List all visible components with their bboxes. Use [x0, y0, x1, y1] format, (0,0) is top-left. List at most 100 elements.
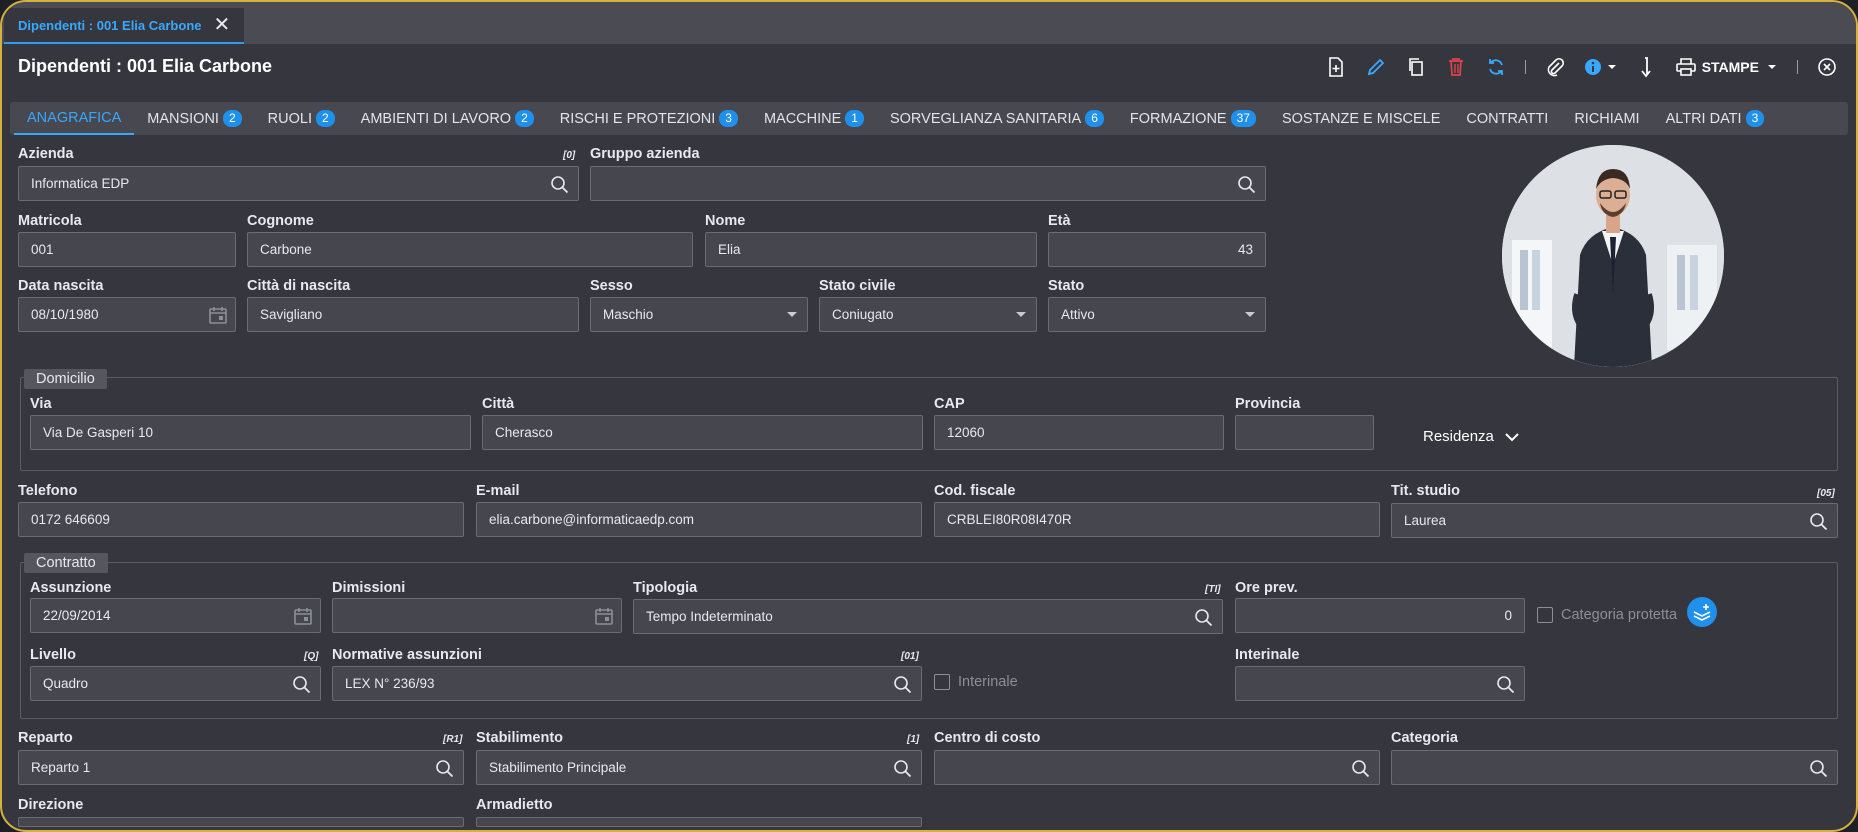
reparto-label: Reparto — [18, 730, 73, 746]
tab-macchine[interactable]: MACCHINE 1 — [751, 102, 877, 135]
tab-formazione[interactable]: FORMAZIONE 37 — [1117, 102, 1269, 135]
tit-studio-label: Tit. studio — [1391, 483, 1461, 499]
tit-studio-field[interactable]: Laurea — [1391, 503, 1838, 538]
email-field[interactable]: elia.carbone@informaticaedp.com — [476, 502, 922, 537]
ore-prev-field[interactable]: 0 — [1235, 598, 1525, 633]
interinale-checkbox[interactable]: Interinale — [934, 674, 1018, 690]
gruppo-azienda-field[interactable] — [590, 166, 1266, 201]
tab-sostanze-e-miscele[interactable]: SOSTANZE E MISCELE — [1269, 102, 1453, 135]
livello-field[interactable]: Quadro — [30, 666, 321, 701]
close-circle-icon[interactable] — [1816, 56, 1838, 78]
search-icon[interactable] — [893, 675, 913, 695]
calendar-icon[interactable] — [209, 306, 227, 324]
search-icon[interactable] — [1351, 759, 1371, 779]
telefono-field[interactable]: 0172 646609 — [18, 502, 464, 537]
stato-value: Attivo — [1061, 307, 1095, 322]
search-icon[interactable] — [435, 759, 455, 779]
matricola-field[interactable]: 001 — [18, 232, 236, 267]
stato-select[interactable]: Attivo — [1048, 297, 1266, 332]
sesso-label: Sesso — [590, 278, 633, 294]
calendar-icon[interactable] — [595, 607, 613, 625]
page-title: Dipendenti : 001 Elia Carbone — [18, 56, 273, 76]
tab-mansioni[interactable]: MANSIONI 2 — [134, 102, 254, 135]
cognome-value: Carbone — [260, 242, 312, 257]
delete-trash-icon[interactable] — [1445, 56, 1467, 78]
categoria-protetta-checkbox[interactable]: Categoria protetta — [1537, 607, 1677, 623]
categoria-field[interactable] — [1391, 750, 1838, 785]
tab-sorveglianza-sanitaria[interactable]: SORVEGLIANZA SANITARIA 6 — [877, 102, 1117, 135]
new-document-icon[interactable] — [1325, 56, 1347, 78]
stato-civile-select[interactable]: Coniugato — [819, 297, 1037, 332]
citta-label: Città — [482, 396, 515, 412]
search-icon[interactable] — [1809, 759, 1829, 779]
azienda-field[interactable]: Informatica EDP — [18, 166, 579, 201]
close-tab-icon[interactable]: ✕ — [214, 15, 231, 35]
search-icon[interactable] — [292, 675, 312, 695]
attachment-paperclip-icon[interactable] — [1544, 56, 1566, 78]
toolbar-divider — [1524, 60, 1526, 74]
search-icon[interactable] — [1496, 675, 1516, 695]
tipologia-label: Tipologia — [633, 580, 698, 596]
tab-ambienti-di-lavoro[interactable]: AMBIENTI DI LAVORO 2 — [348, 102, 547, 135]
tab-ruoli[interactable]: RUOLI 2 — [255, 102, 348, 135]
search-icon[interactable] — [550, 175, 570, 195]
dimissioni-label: Dimissioni — [332, 580, 406, 596]
reparto-field[interactable]: Reparto 1 — [18, 750, 464, 785]
categoria-protetta-label: Categoria protetta — [1561, 607, 1678, 623]
tab-richiami[interactable]: RICHIAMI — [1561, 102, 1652, 135]
cap-field[interactable]: 12060 — [934, 415, 1224, 450]
cod-fiscale-field[interactable]: CRBLEI80R08I470R — [934, 502, 1380, 537]
count-badge: 1 — [845, 110, 864, 127]
sesso-select[interactable]: Maschio — [590, 297, 808, 332]
checkbox-box[interactable] — [1537, 607, 1553, 623]
nome-field[interactable]: Elia — [705, 232, 1037, 267]
tipologia-field[interactable]: Tempo Indeterminato — [633, 599, 1223, 634]
search-icon[interactable] — [893, 759, 913, 779]
direzione-field[interactable] — [18, 817, 464, 827]
centro-costo-label: Centro di costo — [934, 730, 1041, 746]
checkbox-box[interactable] — [934, 674, 950, 690]
employee-photo — [1502, 145, 1724, 367]
tab-contratti[interactable]: CONTRATTI — [1453, 102, 1561, 135]
stampe-button[interactable]: STAMPE — [1675, 58, 1779, 76]
sort-arrow-icon[interactable] — [1636, 56, 1658, 78]
citta-field[interactable]: Cherasco — [482, 415, 923, 450]
residenza-toggle[interactable]: Residenza — [1423, 428, 1520, 445]
info-icon[interactable] — [1584, 56, 1618, 78]
copy-icon[interactable] — [1405, 56, 1427, 78]
provincia-field[interactable] — [1235, 415, 1374, 450]
edit-pencil-icon[interactable] — [1365, 56, 1387, 78]
search-icon[interactable] — [1194, 608, 1214, 628]
citta-nascita-field[interactable]: Savigliano — [247, 297, 579, 332]
centro-costo-field[interactable] — [934, 750, 1380, 785]
tit-studio-code: [05] — [1817, 488, 1835, 499]
cognome-field[interactable]: Carbone — [247, 232, 693, 267]
chevron-down-icon — [1505, 432, 1519, 441]
tab-anagrafica[interactable]: ANAGRAFICA — [14, 102, 135, 135]
tab-label: MACCHINE — [763, 110, 842, 127]
dropdown-arrow-icon — [1245, 312, 1255, 317]
interinale-field[interactable] — [1235, 666, 1525, 701]
tab-rischi-e-protezioni[interactable]: RISCHI E PROTEZIONI 3 — [547, 102, 751, 135]
stabilimento-field[interactable]: Stabilimento Principale — [476, 750, 922, 785]
search-icon[interactable] — [1809, 512, 1829, 532]
tab-label: RICHIAMI — [1574, 110, 1640, 127]
via-field[interactable]: Via De Gasperi 10 — [30, 415, 471, 450]
refresh-icon[interactable] — [1485, 56, 1507, 78]
normative-field[interactable]: LEX N° 236/93 — [332, 666, 922, 701]
search-icon[interactable] — [1237, 175, 1257, 195]
dropdown-arrow-icon — [1016, 312, 1026, 317]
data-nascita-field[interactable]: 08/10/1980 — [18, 297, 236, 332]
dropdown-arrow-icon — [787, 312, 797, 317]
stato-civile-label: Stato civile — [819, 278, 896, 294]
tab-altri-dati[interactable]: ALTRI DATI 3 — [1653, 102, 1778, 135]
eta-field[interactable]: 43 — [1048, 232, 1266, 267]
assunzione-field[interactable]: 22/09/2014 — [30, 598, 321, 633]
matricola-label: Matricola — [18, 213, 82, 229]
add-layers-button[interactable] — [1687, 597, 1717, 627]
dimissioni-field[interactable] — [332, 598, 622, 633]
tab-label: RISCHI E PROTEZIONI — [559, 110, 716, 127]
calendar-icon[interactable] — [294, 607, 312, 625]
armadietto-field[interactable] — [476, 817, 922, 827]
document-tab[interactable]: Dipendenti : 001 Elia Carbone ✕ — [4, 8, 245, 44]
